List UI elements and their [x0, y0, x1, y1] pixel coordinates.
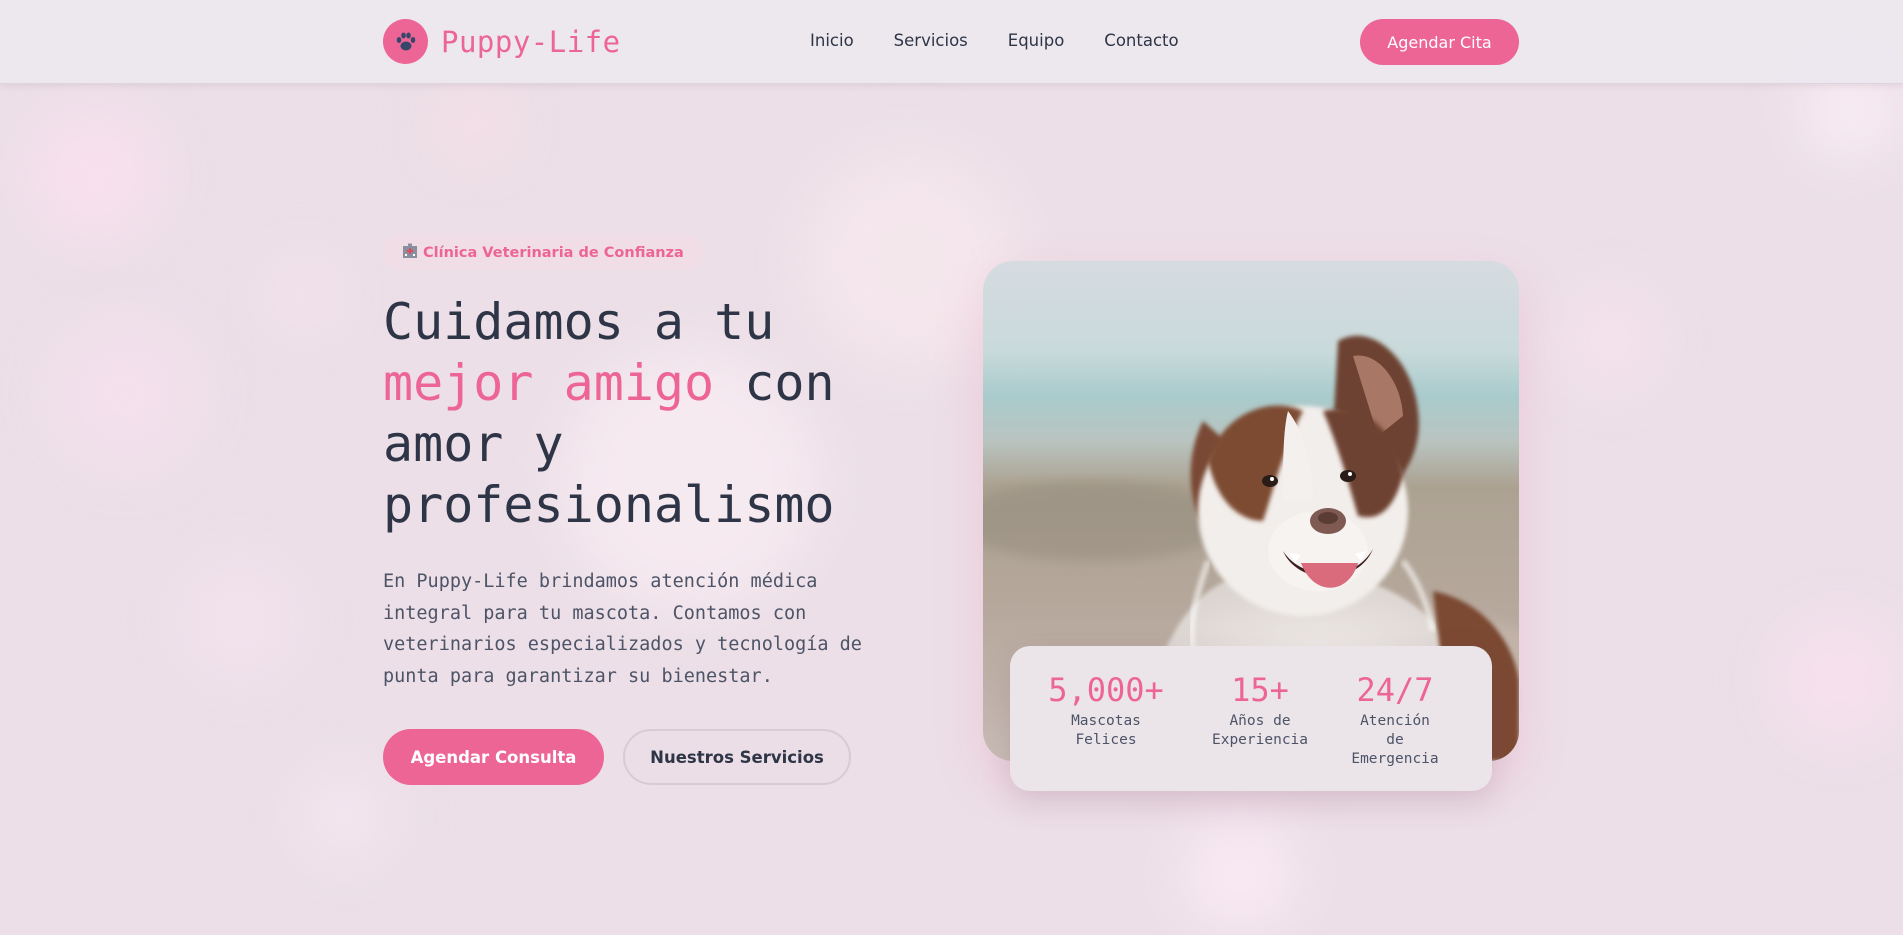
hero-headline: Cuidamos a tu mejor amigo con amor y pro…: [383, 292, 943, 536]
stat-emergency: 24/7 Atención de Emergencia: [1350, 670, 1440, 769]
book-appointment-button[interactable]: Agendar Cita: [1360, 19, 1519, 65]
stat-value: 24/7: [1356, 671, 1434, 709]
trust-badge: Clínica Veterinaria de Confianza: [383, 235, 703, 270]
stat-value: 5,000+: [1048, 671, 1164, 709]
stat-label: Atención de Emergencia: [1351, 713, 1439, 767]
stat-value: 15+: [1231, 671, 1289, 709]
our-services-button[interactable]: Nuestros Servicios: [623, 729, 851, 785]
clinic-icon: [402, 243, 418, 263]
background-decoration: [0, 0, 1903, 935]
stats-card: 5,000+ Mascotas Felices 15+ Años de Expe…: [1010, 646, 1492, 791]
book-consultation-button[interactable]: Agendar Consulta: [383, 729, 604, 785]
nav-item-servicios[interactable]: Servicios: [894, 31, 968, 50]
nav-item-inicio[interactable]: Inicio: [810, 31, 854, 50]
hero-description: En Puppy-Life brindamos atención médica …: [383, 571, 862, 687]
site-header: Puppy-Life Inicio Servicios Equipo Conta…: [0, 0, 1903, 84]
stat-happy-pets: 5,000+ Mascotas Felices: [1046, 670, 1166, 750]
stat-years-experience: 15+ Años de Experiencia: [1200, 670, 1320, 750]
badge-label: Clínica Veterinaria de Confianza: [423, 244, 684, 261]
nav-item-equipo[interactable]: Equipo: [1008, 31, 1065, 50]
stat-label: Años de Experiencia: [1211, 713, 1309, 748]
nav-item-contacto[interactable]: Contacto: [1104, 31, 1178, 50]
brand-name: Puppy-Life: [441, 24, 621, 59]
logo[interactable]: Puppy-Life: [383, 19, 621, 64]
headline-part-1: Cuidamos a tu: [383, 293, 775, 351]
stat-label: Mascotas Felices: [1071, 713, 1141, 748]
paw-icon: [383, 19, 428, 64]
main-nav: Inicio Servicios Equipo Contacto: [810, 31, 1219, 50]
headline-accent: mejor amigo: [383, 354, 715, 412]
